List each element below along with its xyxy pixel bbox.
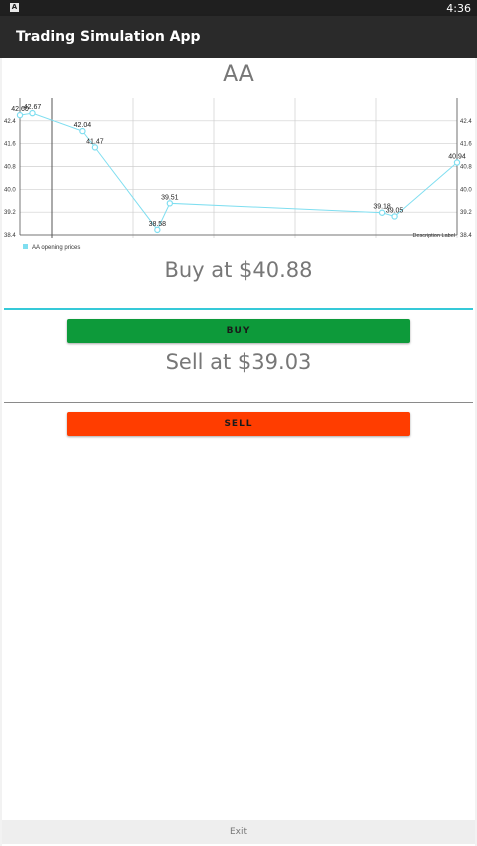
data-point <box>29 109 36 117</box>
sell-divider <box>4 402 473 403</box>
y-tick-label-right: 38.4 <box>460 233 472 239</box>
exit-button[interactable]: Exit <box>2 820 475 844</box>
notification-icon: A <box>10 3 19 12</box>
y-tick-label-left: 40.8 <box>4 165 16 171</box>
app-bar: Trading Simulation App <box>0 16 477 58</box>
legend-swatch <box>23 244 28 249</box>
y-tick-label-right: 42.4 <box>460 119 472 125</box>
data-point <box>91 144 99 151</box>
legend-label: AA opening prices <box>32 245 80 251</box>
data-value-label: 38.58 <box>149 221 167 228</box>
data-point <box>378 209 386 216</box>
chart-legend: AA opening prices <box>23 244 80 251</box>
y-tick-label-left: 40.0 <box>4 187 16 193</box>
data-point <box>166 200 174 207</box>
data-point <box>79 127 86 135</box>
y-tick-label-right: 39.2 <box>460 210 472 216</box>
buy-button[interactable]: BUY <box>67 319 410 343</box>
y-tick-label-left: 38.4 <box>4 233 16 239</box>
data-value-label: 42.67 <box>24 104 42 111</box>
data-point <box>16 111 24 119</box>
status-time: 4:36 <box>446 2 471 15</box>
stock-symbol-title: AA <box>223 62 254 87</box>
y-tick-label-left: 42.4 <box>4 119 16 125</box>
app-window: A 4:36 Trading Simulation App AA 38.4 38.… <box>0 0 477 846</box>
data-point <box>154 226 161 234</box>
chart-value-labels: 42.6042.6742.0441.4738.5839.5139.1839.05… <box>11 104 466 228</box>
main-content: AA 38.4 38.4 39.2 39.2 40.0 40.0 40.8 40.8 41.6 4… <box>2 58 475 820</box>
buy-divider <box>4 308 473 310</box>
status-bar: A 4:36 <box>0 0 477 16</box>
sell-button[interactable]: SELL <box>67 412 410 436</box>
data-point <box>391 213 398 220</box>
data-point <box>453 159 461 166</box>
sell-price-text: Sell at $39.03 <box>165 350 312 374</box>
data-value-label: 40.94 <box>448 154 466 161</box>
data-value-label: 39.05 <box>386 207 404 214</box>
price-line-chart[interactable]: 38.4 38.4 39.2 39.2 40.0 40.0 40.8 40.8 41.6 41.6… <box>2 94 475 254</box>
app-title: Trading Simulation App <box>16 29 201 45</box>
y-tick-label-right: 40.0 <box>460 187 472 193</box>
buy-price-text: Buy at $40.88 <box>164 258 313 282</box>
y-tick-label-left: 41.6 <box>4 142 16 148</box>
y-tick-label-right: 40.8 <box>460 165 472 171</box>
y-tick-label-right: 41.6 <box>460 142 472 148</box>
chart-description-label: Description Label <box>413 233 456 239</box>
chart-axes: 38.4 38.4 39.2 39.2 40.0 40.0 40.8 40.8 41.6 41.6… <box>4 98 472 239</box>
footer-bar: Exit <box>2 820 475 844</box>
data-value-label: 39.51 <box>161 194 179 201</box>
y-tick-label-left: 39.2 <box>4 210 16 216</box>
data-value-label: 42.04 <box>74 122 92 129</box>
data-value-label: 41.47 <box>86 138 104 145</box>
